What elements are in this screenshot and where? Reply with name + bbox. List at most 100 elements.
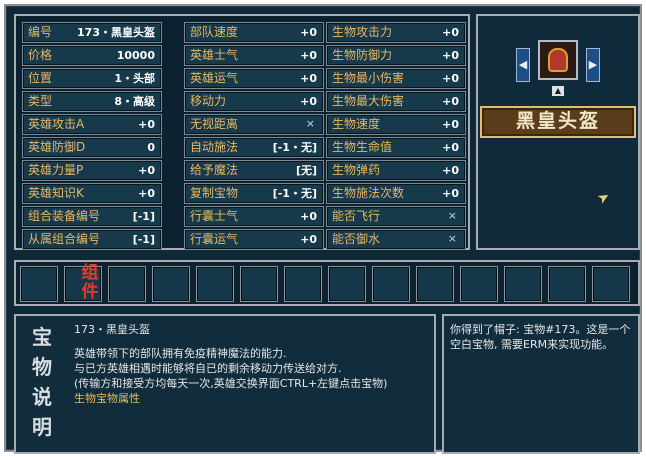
attribute-label: 生物生命值 xyxy=(332,140,393,154)
attribute-value: × xyxy=(447,232,457,245)
attribute-label: 英雄攻击A xyxy=(28,117,85,131)
attribute-value: 0 xyxy=(147,141,155,154)
attribute-cell[interactable]: 生物施法次数 +0 xyxy=(326,183,466,204)
previous-artifact-button[interactable]: ◀ xyxy=(516,48,530,82)
attribute-label: 生物最小伤害 xyxy=(332,71,405,85)
description-heading: 173・黑皇头盔 xyxy=(74,323,150,336)
attribute-value: [-1] xyxy=(132,233,155,246)
attribute-cell[interactable]: 自动施法 [-1・无] xyxy=(184,137,324,158)
attribute-label: 无视距离 xyxy=(190,117,239,131)
component-slot[interactable] xyxy=(108,266,146,302)
attribute-cell[interactable]: 生物防御力 +0 xyxy=(326,45,466,66)
attribute-cell[interactable]: 移动力 +0 xyxy=(184,91,324,112)
attribute-cell[interactable]: 价格 10000 xyxy=(22,45,162,66)
next-artifact-button[interactable]: ▶ xyxy=(586,48,600,82)
artifact-portrait xyxy=(538,40,578,80)
attribute-cell[interactable]: 能否御水 × xyxy=(326,229,466,250)
attribute-label: 类型 xyxy=(28,94,53,108)
attribute-value: 10000 xyxy=(116,49,155,62)
attribute-value: +0 xyxy=(138,118,155,131)
component-slot[interactable] xyxy=(592,266,630,302)
attribute-cell[interactable]: 生物最大伤害 +0 xyxy=(326,91,466,112)
attribute-cell[interactable]: 行囊士气 +0 xyxy=(184,206,324,227)
attribute-column-3: 生物攻击力 +0 生物防御力 +0 生物最小伤害 +0 生物最大伤害 +0 生物速度 +0 生物生命… xyxy=(326,22,466,252)
description-title: 宝 物 说 明 xyxy=(20,322,64,442)
attribute-label: 英雄知识K xyxy=(28,186,84,200)
attribute-label: 英雄士气 xyxy=(190,48,239,62)
attribute-cell[interactable]: 英雄运气 +0 xyxy=(184,68,324,89)
attribute-label: 组合装备编号 xyxy=(28,209,101,223)
attribute-value: +0 xyxy=(138,164,155,177)
attribute-cell[interactable]: 生物生命值 +0 xyxy=(326,137,466,158)
attribute-label: 位置 xyxy=(28,71,53,85)
component-slot[interactable] xyxy=(328,266,366,302)
attribute-label: 复制宝物 xyxy=(190,186,239,200)
component-slot[interactable] xyxy=(416,266,454,302)
attribute-value: +0 xyxy=(300,95,317,108)
description-title-char: 宝 xyxy=(32,325,52,349)
attribute-value: × xyxy=(305,117,315,130)
component-slot[interactable] xyxy=(372,266,410,302)
attribute-label: 部队速度 xyxy=(190,25,239,39)
attribute-value: +0 xyxy=(442,26,459,39)
attribute-cell[interactable]: 从属组合编号 [-1] xyxy=(22,229,162,250)
component-slot[interactable] xyxy=(240,266,278,302)
attribute-cell[interactable]: 英雄力量P +0 xyxy=(22,160,162,181)
attribute-column-2: 部队速度 +0 英雄士气 +0 英雄运气 +0 移动力 +0 无视距离 × 自动施法 [-1・无] 给予… xyxy=(184,22,324,252)
attribute-cell[interactable]: 英雄知识K +0 xyxy=(22,183,162,204)
portrait-row: ◀ ▶ ▲ xyxy=(478,22,638,102)
attribute-value: [无] xyxy=(295,164,317,177)
component-slot[interactable] xyxy=(548,266,586,302)
attribute-value: +0 xyxy=(442,72,459,85)
component-slot[interactable] xyxy=(504,266,542,302)
component-slot[interactable] xyxy=(20,266,58,302)
description-line: 生物宝物属性 xyxy=(74,392,140,405)
attribute-label: 能否飞行 xyxy=(332,209,381,223)
attribute-cell[interactable]: 复制宝物 [-1・无] xyxy=(184,183,324,204)
description-line: 英雄带领下的部队拥有免疫精神魔法的能力. xyxy=(74,347,287,360)
attribute-cell[interactable]: 无视距离 × xyxy=(184,114,324,135)
attribute-cell[interactable]: 生物速度 +0 xyxy=(326,114,466,135)
artifact-editor-window: 编号 173・黑皇头盔 价格 10000 位置 1・头部类型 8・高级英雄攻击A +0 英雄防御… xyxy=(4,4,642,454)
artifact-preview-panel: ◀ ▶ ▲ 黑皇头盔 ➤ xyxy=(476,14,640,250)
attribute-value: +0 xyxy=(442,141,459,154)
attribute-value: +0 xyxy=(300,72,317,85)
attribute-value: +0 xyxy=(442,95,459,108)
attribute-cell[interactable]: 给予魔法 [无] xyxy=(184,160,324,181)
attribute-label: 生物攻击力 xyxy=(332,25,393,39)
attribute-cell[interactable]: 生物最小伤害 +0 xyxy=(326,68,466,89)
attribute-cell[interactable]: 位置 1・头部 xyxy=(22,68,162,89)
component-slot[interactable] xyxy=(196,266,234,302)
attribute-cell[interactable]: 行囊运气 +0 xyxy=(184,229,324,250)
attribute-cell[interactable]: 能否飞行 × xyxy=(326,206,466,227)
attribute-label: 英雄运气 xyxy=(190,71,239,85)
combo-component-tag: 组件 xyxy=(81,263,99,302)
attribute-cell[interactable]: 英雄防御D 0 xyxy=(22,137,162,158)
artifact-description-panel: 宝 物 说 明 173・黑皇头盔 英雄带领下的部队拥有免疫精神魔法的能力. 与已… xyxy=(14,314,436,454)
attribute-cell[interactable]: 英雄士气 +0 xyxy=(184,45,324,66)
attribute-label: 移动力 xyxy=(190,94,227,108)
attribute-cell[interactable]: 组合装备编号 [-1] xyxy=(22,206,162,227)
attribute-value: 8・高级 xyxy=(114,95,155,108)
attribute-cell[interactable]: 生物攻击力 +0 xyxy=(326,22,466,43)
component-slots-row: 组件 xyxy=(14,260,640,306)
component-slot[interactable] xyxy=(284,266,322,302)
description-title-char: 明 xyxy=(32,415,52,439)
attribute-cell[interactable]: 生物弹药 +0 xyxy=(326,160,466,181)
attribute-cell[interactable]: 编号 173・黑皇头盔 xyxy=(22,22,162,43)
attribute-value: +0 xyxy=(442,49,459,62)
message-panel: 你得到了帽子: 宝物#173。这是一个空白宝物, 需要ERM来实现功能。 xyxy=(442,314,640,454)
component-slot[interactable] xyxy=(152,266,190,302)
artifact-name: 黑皇头盔 xyxy=(515,110,600,132)
mouse-cursor-icon: ➤ xyxy=(594,188,613,208)
attribute-cell[interactable]: 英雄攻击A +0 xyxy=(22,114,162,135)
attribute-value: [-1] xyxy=(132,210,155,223)
up-arrow-button[interactable]: ▲ xyxy=(552,86,564,96)
artifact-name-plate: 黑皇头盔 xyxy=(480,106,636,138)
attribute-label: 行囊士气 xyxy=(190,209,239,223)
attribute-cell[interactable]: 类型 8・高级 xyxy=(22,91,162,112)
attribute-cell[interactable]: 部队速度 +0 xyxy=(184,22,324,43)
attribute-value: 1・头部 xyxy=(114,72,155,85)
component-slot[interactable] xyxy=(460,266,498,302)
attribute-grid: 编号 173・黑皇头盔 价格 10000 位置 1・头部类型 8・高级英雄攻击A +0 英雄防御… xyxy=(14,14,470,250)
